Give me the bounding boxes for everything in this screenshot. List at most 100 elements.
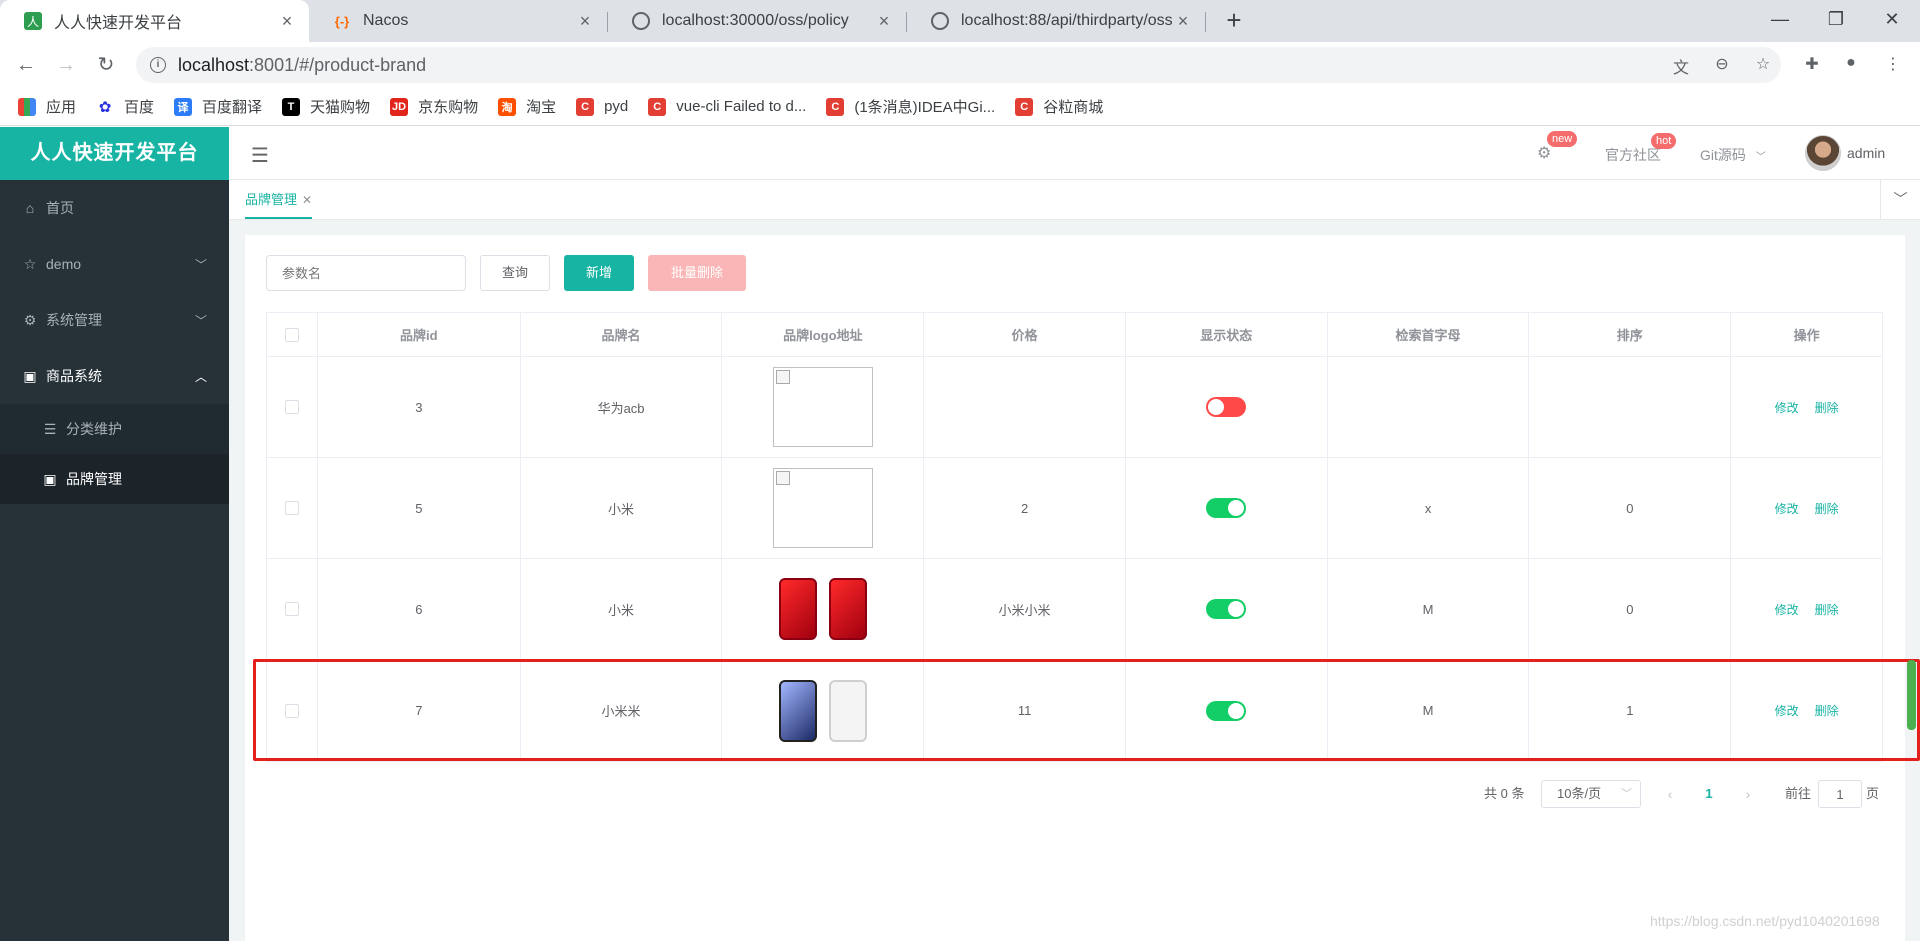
batch-delete-button[interactable]: 批量删除 [648,255,746,291]
sidebar: 人人快速开发平台 ⌂ 首页 ☆ demo ﹀ ⚙ 系统管理 ﹀ ▣ 商品系统 ︿… [0,127,229,941]
sidebar-item-brand[interactable]: ▣ 品牌管理 [0,454,229,504]
row-checkbox[interactable] [284,501,299,515]
status-toggle[interactable] [1206,599,1247,619]
bookmark-pyd[interactable]: C pyd [576,97,628,116]
browser-tab-renren[interactable]: 人 人人快速开发平台 × [0,0,309,42]
new-tab-plus-icon[interactable]: + [1219,6,1249,36]
bookmarks-bar: 应用 ✿ 百度 译 百度翻译 T 天猫购物 JD 京东购物 淘 淘宝 C pyd… [0,88,1920,126]
row-checkbox[interactable] [284,400,299,414]
close-icon[interactable]: × [277,11,297,32]
sidebar-item-product[interactable]: ▣ 商品系统 ︿ [0,348,229,404]
bookmark-baidu-translate[interactable]: 译 百度翻译 [174,96,262,117]
scrollbar[interactable] [1907,660,1916,730]
query-button[interactable]: 查询 [480,255,550,291]
status-toggle[interactable] [1206,397,1247,417]
menu-toggle-icon[interactable]: ☰ [251,143,269,168]
profile-icon[interactable]: ● [1840,54,1862,76]
zoom-out-icon[interactable]: ⊖ [1711,54,1733,76]
close-icon[interactable]: × [575,11,595,32]
close-icon[interactable]: × [874,11,894,32]
goto-page-input[interactable] [1818,780,1862,808]
apps-grid-icon [18,97,36,116]
row-checkbox-cell [267,660,318,761]
csdn-icon: C [648,97,667,116]
bookmark-apps[interactable]: 应用 [18,96,76,117]
delete-link[interactable]: 删除 [1815,399,1839,416]
restore-icon[interactable]: ❐ [1808,0,1864,38]
bookmark-vue-cli[interactable]: C vue-cli Failed to d... [648,97,806,116]
status-cell [1126,458,1328,558]
status-toggle[interactable] [1206,700,1247,721]
next-page-icon[interactable]: › [1733,780,1763,808]
site-info-icon[interactable]: i [150,57,166,73]
actions-cell: 修改 删除 [1731,660,1882,761]
select-all-checkbox[interactable] [284,327,299,342]
sort-cell: 0 [1529,559,1732,659]
page-number[interactable]: 1 [1694,780,1724,808]
forward-arrow-icon[interactable]: → [52,51,80,79]
new-badge: new [1547,131,1578,147]
browser-menu-icon[interactable]: ⋮ [1882,54,1904,76]
translate-icon[interactable]: 文 [1670,54,1692,77]
price-cell [924,357,1126,457]
community-link[interactable]: 官方社区 hot [1605,133,1677,165]
edit-link[interactable]: 修改 [1775,702,1799,719]
bookmark-star-icon[interactable]: ☆ [1752,54,1774,76]
header-checkbox-cell [267,313,318,356]
close-icon[interactable]: × [1173,11,1193,32]
bookmark-baidu[interactable]: ✿ 百度 [96,96,154,117]
bookmark-taobao[interactable]: 淘 淘宝 [498,96,556,117]
bookmark-guli[interactable]: C 谷粒商城 [1015,96,1103,117]
row-checkbox[interactable] [284,602,299,616]
broken-image-icon [772,468,873,548]
phone-back-image [828,679,867,742]
page-size-select[interactable]: 10条/页 ﹀ [1541,780,1641,808]
url-omnibox[interactable]: i localhost:8001/#/product-brand [136,47,1781,83]
browser-tab-thirdparty[interactable]: localhost:88/api/thirdparty/oss × [907,0,1205,42]
header-cell: 品牌名 [521,313,723,356]
close-icon[interactable]: ✕ [302,193,312,207]
row-checkbox[interactable] [284,703,299,718]
edit-link[interactable]: 修改 [1775,601,1799,618]
git-dropdown[interactable]: Git源码 ﹀ [1700,145,1766,165]
app-logo[interactable]: 人人快速开发平台 [0,127,229,180]
tab-brand-management[interactable]: 品牌管理 ✕ [245,180,313,219]
sidebar-item-system[interactable]: ⚙ 系统管理 ﹀ [0,292,229,348]
edit-link[interactable]: 修改 [1775,500,1799,517]
extensions-puzzle-icon[interactable]: ✚ [1801,54,1823,76]
sidebar-item-home[interactable]: ⌂ 首页 [0,180,229,236]
sidebar-item-demo[interactable]: ☆ demo ﹀ [0,236,229,292]
browser-tab-oss-policy[interactable]: localhost:30000/oss/policy × [608,0,906,42]
sidebar-item-category[interactable]: ☰ 分类维护 [0,404,229,454]
edit-link[interactable]: 修改 [1775,399,1799,416]
add-button[interactable]: 新增 [564,255,634,291]
minimize-icon[interactable]: — [1752,0,1808,38]
row-checkbox-cell [267,559,318,659]
star-icon: ☆ [23,255,37,272]
delete-link[interactable]: 删除 [1815,500,1839,517]
first-letter-cell: M [1328,559,1530,659]
back-arrow-icon[interactable]: ← [12,51,40,79]
bookmark-label: 百度 [124,99,155,116]
brand-name-cell: 小米米 [521,660,723,761]
url-path: :8001/#/product-brand [249,54,427,75]
username[interactable]: admin [1847,145,1885,161]
delete-link[interactable]: 删除 [1815,601,1839,618]
browser-tab-nacos[interactable]: {-} Nacos × [309,0,607,42]
reload-icon[interactable]: ↻ [92,51,120,79]
bookmark-idea[interactable]: C (1条消息)IDEA中Gi... [826,96,995,117]
window-close-icon[interactable]: ✕ [1864,0,1920,38]
prev-page-icon[interactable]: ‹ [1655,780,1685,808]
settings-gear-icon[interactable]: ⚙ new [1537,131,1578,163]
status-toggle[interactable] [1206,498,1247,518]
bookmark-tmall[interactable]: T 天猫购物 [282,96,370,117]
search-input[interactable] [266,255,466,291]
avatar[interactable] [1805,135,1841,171]
delete-link[interactable]: 删除 [1815,702,1839,719]
url-text[interactable]: localhost:8001/#/product-brand [178,55,426,76]
chevron-down-icon: ﹀ [1621,788,1632,800]
header-cell: 品牌logo地址 [722,313,925,356]
bookmark-jd[interactable]: JD 京东购物 [390,96,478,117]
tabs-dropdown-icon[interactable]: ﹀ [1880,180,1920,219]
tab-label: 品牌管理 [245,192,298,207]
